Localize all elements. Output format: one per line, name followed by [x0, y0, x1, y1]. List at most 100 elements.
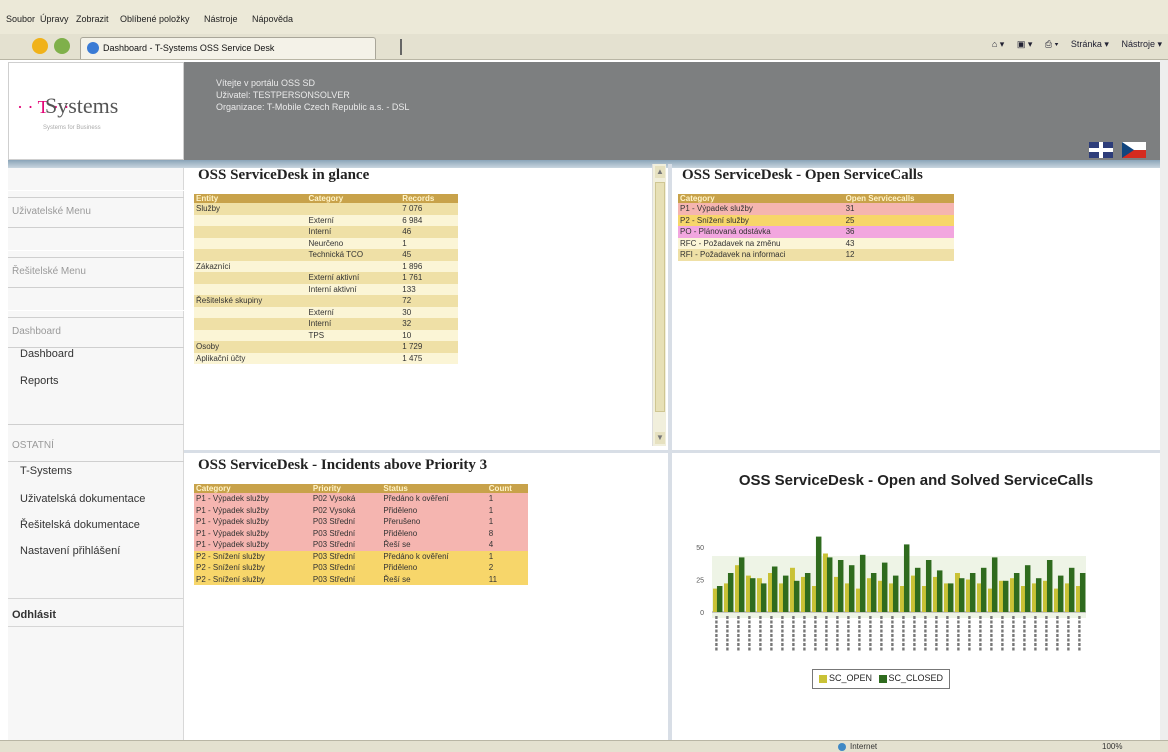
- page-scrollbar[interactable]: [1160, 60, 1168, 740]
- add-favorite-icon[interactable]: [54, 38, 70, 54]
- browser-statusbar: Internet 100%: [0, 740, 1168, 752]
- table-row: TPS 10: [194, 329, 458, 341]
- table-row[interactable]: P1 - Výpadek služby P02 Vysoká Předáno k o…: [194, 493, 528, 505]
- legend-label-closed: SC_CLOSED: [888, 673, 944, 683]
- bar-sc-closed: [727, 573, 734, 612]
- incidents-table: Category Priority Status Count P1 - Výpa…: [194, 484, 528, 585]
- records-cell: 1 475: [402, 353, 423, 363]
- logout-link[interactable]: Odhlásit: [12, 609, 56, 621]
- sidebar-item-solver-docs[interactable]: Řešitelská dokumentace: [20, 519, 140, 531]
- table-row[interactable]: P1 - Výpadek služby 31: [678, 203, 954, 215]
- bar-sc-closed: [1002, 580, 1009, 612]
- tools-menu[interactable]: Nástroje ▾: [1121, 39, 1162, 50]
- table-row[interactable]: P1 - Výpadek služby P03 Střední Řeší se 4: [194, 539, 528, 551]
- table-row: Externí aktivní 1 761: [194, 272, 458, 284]
- sidebar-item-dashboard[interactable]: Dashboard: [20, 348, 74, 360]
- status-cell: Přiděleno: [383, 563, 418, 573]
- status-cell: Řeší se: [383, 540, 411, 550]
- sidebar-item-t-systems[interactable]: T-Systems: [20, 465, 72, 477]
- table-row[interactable]: P2 - Snížení služby P03 Střední Přiděleno 2: [194, 562, 528, 574]
- records-cell: 6 984: [402, 215, 423, 225]
- records-cell: 72: [402, 296, 412, 306]
- table-row[interactable]: RFI - Požadavek na informaci 12: [678, 249, 954, 261]
- table-row[interactable]: RFC - Požadavek na změnu 43: [678, 237, 954, 249]
- sidebar-user-menu-label: Uživatelské Menu: [12, 206, 91, 217]
- table-row[interactable]: P1 - Výpadek služby P03 Střední Přiděleno 8: [194, 527, 528, 539]
- column-header: Category: [194, 484, 311, 493]
- glance-scrollbar[interactable]: ▲ ▼: [652, 164, 666, 446]
- table-cell: Externí aktivní: [308, 273, 360, 283]
- sidebar-user-menu[interactable]: Uživatelské Menu: [8, 190, 184, 228]
- browser-tabbar: Dashboard - T-Systems OSS Service Desk ⌂…: [0, 34, 1168, 60]
- sidebar-item-login-settings[interactable]: Nastavení přihlášení: [20, 545, 120, 557]
- bar-sc-closed: [815, 536, 822, 612]
- open-solved-chart: 0 25 50: [696, 536, 1086, 652]
- y-tick-label: 25: [696, 578, 704, 585]
- table-row: Řešitelské skupiny 72: [194, 295, 458, 307]
- globe-icon: [87, 42, 99, 54]
- table-row[interactable]: PO - Plánovaná odstávka 36: [678, 226, 954, 238]
- y-tick-label: 0: [700, 610, 704, 617]
- scroll-up-icon[interactable]: ▲: [655, 166, 665, 178]
- table-row[interactable]: P2 - Snížení služby 25: [678, 214, 954, 226]
- table-row: Aplikační účty 1 475: [194, 352, 458, 364]
- bar-sc-closed: [991, 557, 998, 612]
- menu-tools[interactable]: Nástroje: [204, 14, 238, 24]
- bar-sc-closed: [1079, 573, 1086, 612]
- bar-sc-closed: [1013, 573, 1020, 612]
- english-flag-icon[interactable]: [1088, 142, 1113, 158]
- table-row: Interní 32: [194, 318, 458, 330]
- sidebar-solver-menu[interactable]: Řešitelské Menu: [8, 250, 184, 288]
- open-calls-panel-title: OSS ServiceDesk - Open ServiceCalls: [682, 167, 923, 183]
- t-systems-logo[interactable]: · · T · · Systems Systems for Business: [8, 62, 184, 160]
- priority-cell: P03 Střední: [312, 540, 356, 550]
- sidebar-item-reports[interactable]: Reports: [20, 375, 59, 387]
- table-row[interactable]: P2 - Snížení služby P03 Střední Předáno k …: [194, 550, 528, 562]
- count-cell: 36: [845, 227, 855, 237]
- table-cell: Externí: [308, 307, 334, 317]
- zoom-control[interactable]: 100%: [1102, 742, 1122, 751]
- table-cell: [194, 226, 307, 238]
- scroll-down-icon[interactable]: ▼: [655, 432, 665, 444]
- feeds-icon[interactable]: ▣ ▾: [1017, 39, 1033, 50]
- table-cell: Řešitelské skupiny: [196, 296, 263, 306]
- browser-tab-dashboard[interactable]: Dashboard - T-Systems OSS Service Desk: [80, 37, 376, 59]
- bar-sc-closed: [925, 560, 932, 612]
- table-cell: Aplikační účty: [196, 353, 246, 363]
- sidebar-solver-menu-label: Řešitelské Menu: [12, 266, 86, 277]
- internet-zone-icon: [838, 743, 846, 751]
- category-cell: P1 - Výpadek služby: [196, 494, 269, 504]
- page-menu[interactable]: Stránka ▾: [1071, 39, 1109, 50]
- table-row[interactable]: P1 - Výpadek služby P03 Střední Přerušeno 1: [194, 516, 528, 528]
- menu-view[interactable]: Zobrazit: [76, 14, 109, 24]
- table-row: Externí 30: [194, 306, 458, 318]
- bar-sc-closed: [716, 586, 723, 612]
- records-cell: 1 729: [402, 342, 423, 352]
- favorites-star-icon[interactable]: [32, 38, 48, 54]
- records-cell: 10: [402, 330, 412, 340]
- bar-sc-closed: [881, 562, 888, 612]
- bar-sc-closed: [782, 575, 789, 612]
- bar-sc-closed: [771, 566, 778, 612]
- menu-favorites[interactable]: Oblíbené položky: [120, 14, 190, 24]
- menu-edit[interactable]: Úpravy: [40, 14, 69, 24]
- sidebar-item-user-docs[interactable]: Uživatelská dokumentace: [20, 493, 145, 505]
- category-cell: RFC - Požadavek na změnu: [680, 238, 781, 248]
- home-icon[interactable]: ⌂ ▾: [992, 39, 1004, 50]
- open-calls-table: Category Open Servicecalls P1 - Výpadek …: [678, 194, 954, 261]
- print-icon[interactable]: ⎙ ▾: [1045, 39, 1058, 50]
- table-row[interactable]: P1 - Výpadek služby P02 Vysoká Přiděleno 1: [194, 504, 528, 516]
- bar-sc-closed: [837, 560, 844, 612]
- user-text: Uživatel: TESTPERSONSOLVER: [216, 90, 350, 100]
- count-cell: 1: [488, 517, 494, 527]
- menu-help[interactable]: Nápověda: [252, 14, 293, 24]
- sidebar-other-section: OSTATNÍ: [8, 424, 184, 462]
- table-cell: Neurčeno: [308, 238, 344, 248]
- count-cell: 11: [488, 574, 498, 584]
- table-row[interactable]: P2 - Snížení služby P03 Střední Řeší se 11: [194, 573, 528, 585]
- scroll-thumb[interactable]: [655, 182, 665, 412]
- records-cell: 45: [402, 250, 412, 260]
- czech-flag-icon[interactable]: [1122, 142, 1146, 158]
- menu-file[interactable]: Soubor: [6, 14, 35, 24]
- incidents-panel-title: OSS ServiceDesk - Incidents above Priori…: [198, 457, 488, 473]
